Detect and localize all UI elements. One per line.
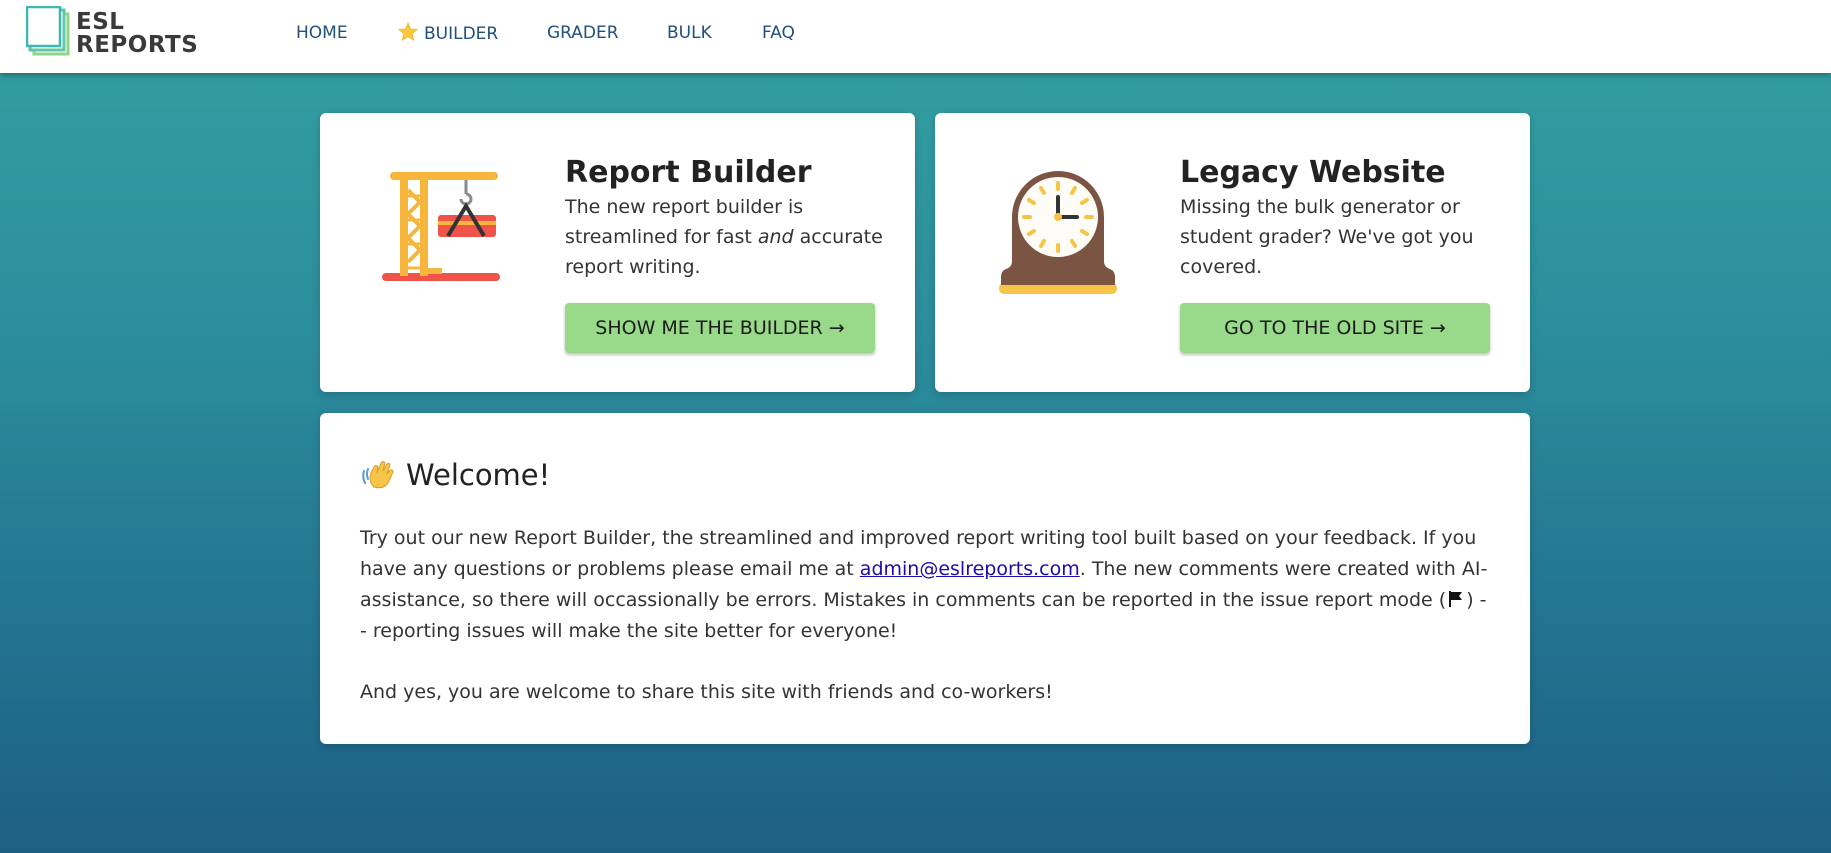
legacy-website-description: Missing the bulk generator or student gr… (1180, 196, 1474, 278)
nav-builder-label: BUILDER (424, 24, 499, 44)
welcome-paragraph-2: And yes, you are welcome to share this s… (360, 681, 1053, 703)
logo-pages-icon (26, 6, 70, 56)
report-builder-title: Report Builder (565, 155, 812, 190)
email-link[interactable]: admin@eslreports.com (860, 558, 1080, 580)
waving-hand-icon (362, 461, 394, 489)
logo-text: ESL REPORTS (76, 11, 198, 57)
nav-grader-label: GRADER (547, 23, 619, 43)
mantel-clock-icon (999, 171, 1117, 294)
go-to-old-site-button[interactable]: GO TO THE OLD SITE → (1180, 303, 1490, 353)
nav-builder[interactable]: BUILDER (398, 22, 498, 45)
legacy-website-title: Legacy Website (1180, 155, 1446, 190)
nav-home[interactable]: HOME (296, 22, 348, 44)
nav-bulk-label: BULK (667, 23, 712, 43)
legacy-website-card: Legacy Website Missing the bulk generato… (935, 113, 1530, 392)
logo-line-2: REPORTS (76, 32, 199, 58)
flag-icon (1449, 591, 1463, 607)
welcome-title-text: Welcome! (406, 458, 551, 492)
nav-faq-label: FAQ (762, 23, 795, 43)
logo-line-1: ESL (76, 9, 125, 35)
logo[interactable]: ESL REPORTS (26, 6, 202, 58)
welcome-card: Welcome! Try out our new Report Builder,… (320, 413, 1530, 744)
report-builder-desc-emphasis: and (757, 226, 794, 248)
nav-home-label: HOME (296, 23, 348, 43)
welcome-paragraph-1: Try out our new Report Builder, the stre… (360, 523, 1490, 647)
star-icon (398, 22, 418, 41)
report-builder-description: The new report builder is streamlined fo… (565, 192, 885, 282)
welcome-heading: Welcome! (362, 455, 550, 495)
nav-bulk[interactable]: BULK (667, 22, 712, 44)
report-builder-card: Report Builder The new report builder is… (320, 113, 915, 392)
crane-icon (382, 172, 500, 281)
show-builder-button[interactable]: SHOW ME THE BUILDER → (565, 303, 875, 353)
nav-grader[interactable]: GRADER (547, 22, 619, 44)
nav-faq[interactable]: FAQ (762, 22, 795, 44)
top-navbar: ESL REPORTS HOME BUILDER GRADER BULK FAQ (0, 0, 1831, 73)
